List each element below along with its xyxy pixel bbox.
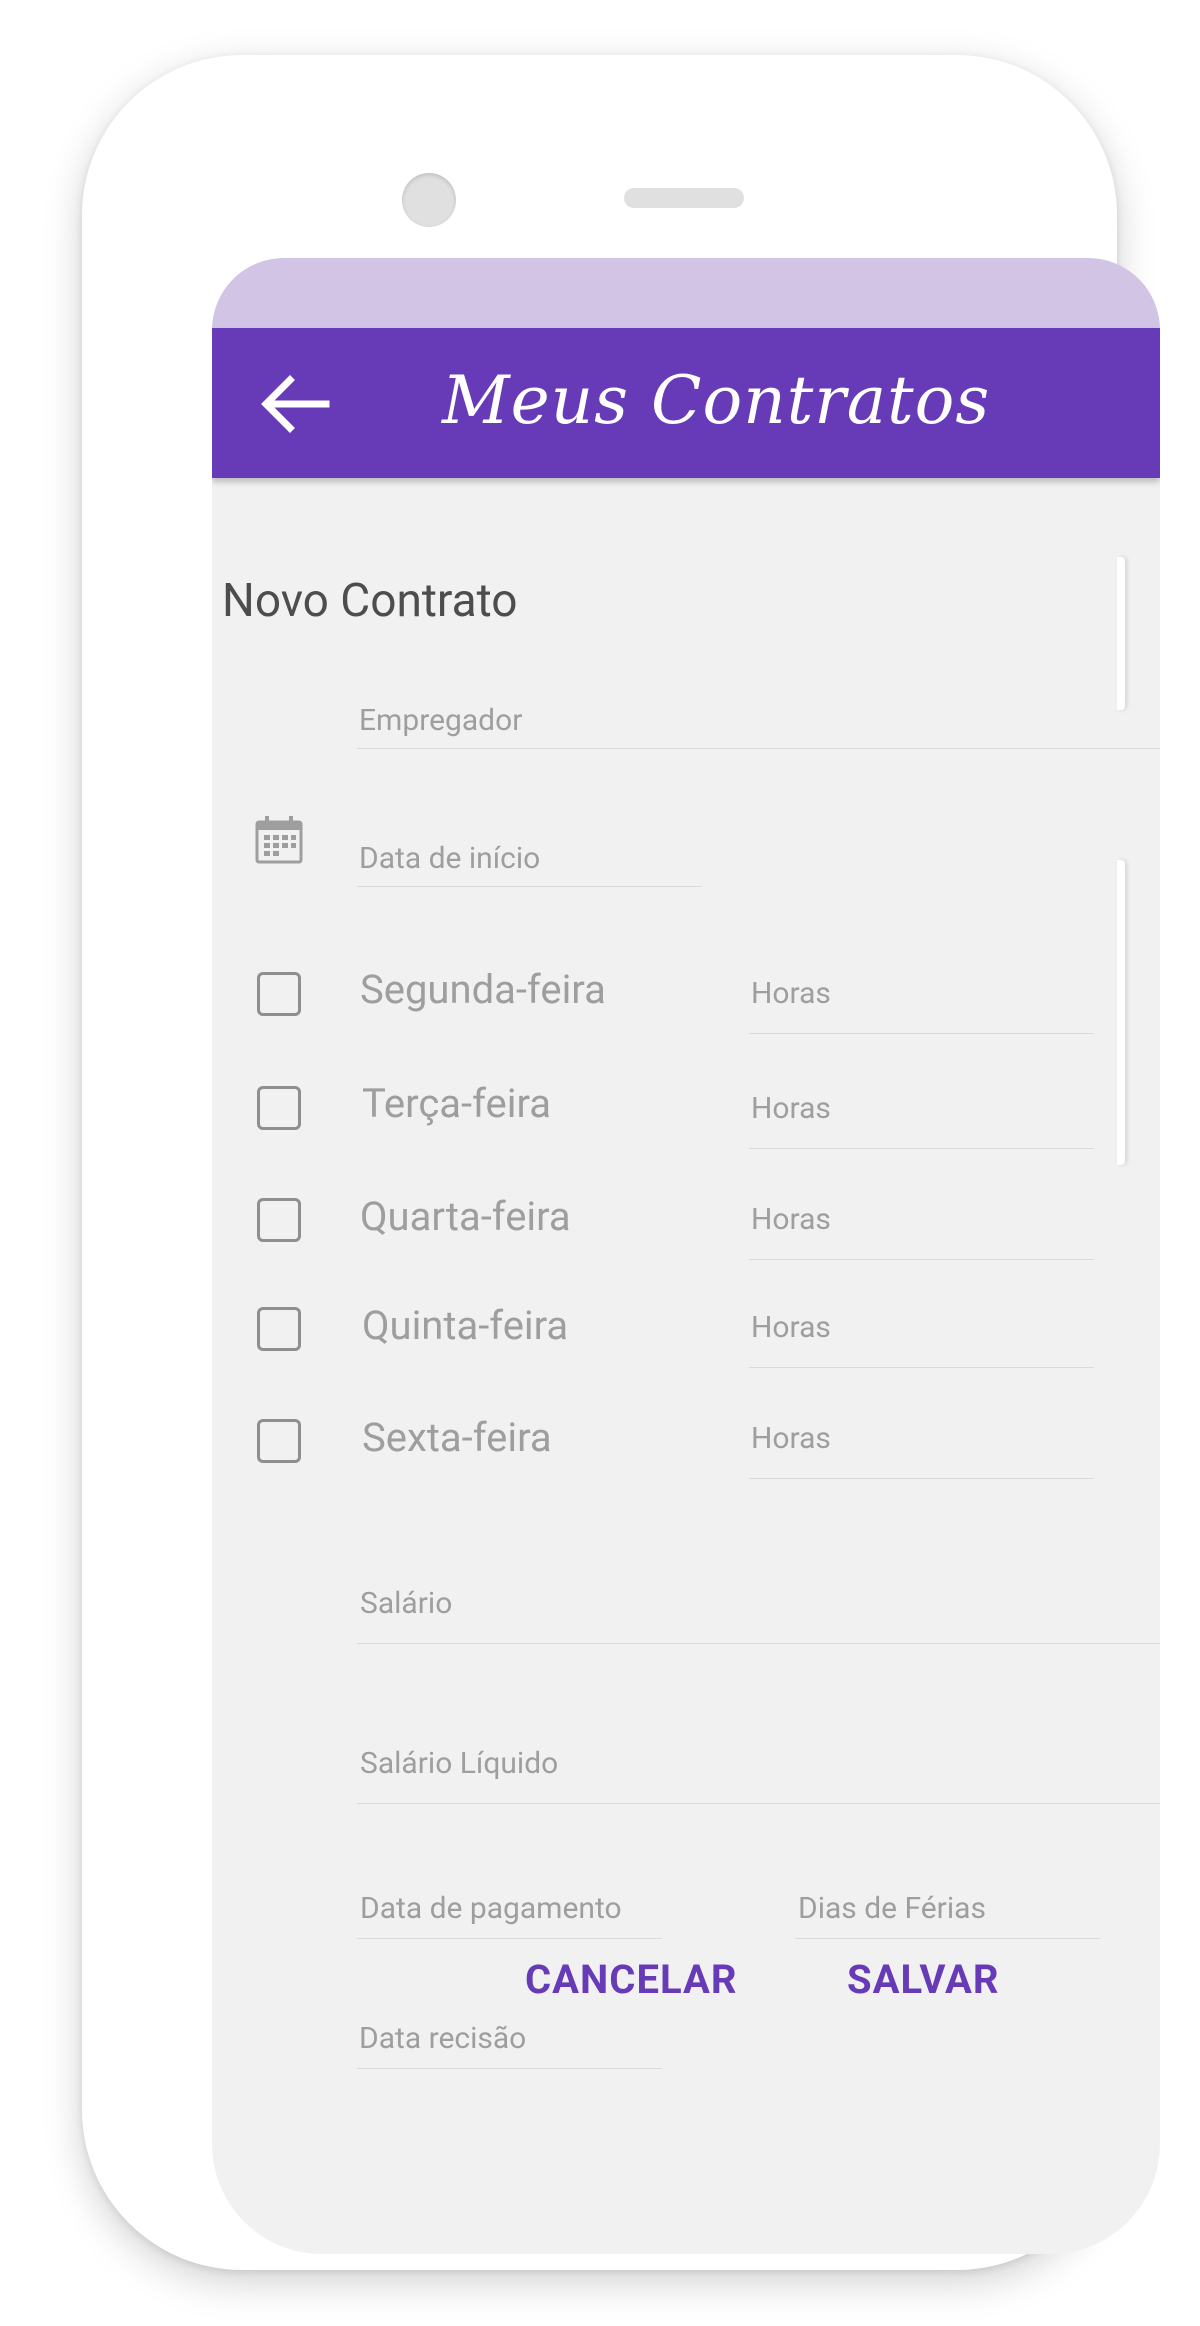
calendar-icon[interactable]: [254, 815, 304, 865]
back-button[interactable]: [260, 374, 330, 434]
status-bar: [212, 258, 1160, 328]
net-salary-placeholder: Salário Líquido: [360, 1746, 559, 1781]
termination-date-input[interactable]: Data recisão: [357, 1998, 662, 2069]
hours-placeholder: Horas: [751, 1310, 831, 1345]
app-screen: Meus Contratos Novo Contrato Empregador: [212, 258, 1160, 2254]
start-date-input[interactable]: Data de início: [357, 813, 702, 887]
hours-input-thursday[interactable]: Horas: [749, 1282, 1094, 1368]
payment-date-input[interactable]: Data de pagamento: [357, 1868, 662, 1939]
hours-placeholder: Horas: [751, 1202, 831, 1237]
vacation-days-placeholder: Dias de Férias: [798, 1891, 986, 1926]
termination-date-placeholder: Data recisão: [359, 2021, 527, 2056]
salary-placeholder: Salário: [360, 1586, 453, 1621]
cancel-button[interactable]: CANCELAR: [525, 1956, 737, 2003]
payment-date-placeholder: Data de pagamento: [360, 1891, 622, 1926]
app-bar: Meus Contratos: [212, 328, 1160, 478]
checkbox-monday[interactable]: [257, 972, 301, 1016]
day-label-friday: Sexta-feira: [362, 1414, 552, 1461]
hours-input-tuesday[interactable]: Horas: [749, 1063, 1094, 1149]
save-button[interactable]: SALVAR: [847, 1956, 999, 2003]
checkbox-wednesday[interactable]: [257, 1198, 301, 1242]
hours-input-wednesday[interactable]: Horas: [749, 1174, 1094, 1260]
net-salary-input[interactable]: Salário Líquido: [357, 1718, 1160, 1804]
front-camera: [402, 173, 456, 227]
vacation-days-input[interactable]: Dias de Férias: [795, 1868, 1100, 1939]
checkbox-tuesday[interactable]: [257, 1086, 301, 1130]
day-label-wednesday: Quarta-feira: [360, 1193, 571, 1240]
start-date-placeholder: Data de início: [359, 841, 541, 876]
form-title: Novo Contrato: [222, 574, 518, 628]
hours-placeholder: Horas: [751, 1091, 831, 1126]
hours-placeholder: Horas: [751, 976, 831, 1011]
earpiece-speaker: [624, 188, 744, 208]
employer-input[interactable]: Empregador: [357, 678, 1160, 749]
day-label-monday: Segunda-feira: [360, 966, 606, 1013]
hours-input-monday[interactable]: Horas: [749, 948, 1094, 1034]
app-title: Meus Contratos: [442, 362, 991, 439]
hours-input-friday[interactable]: Horas: [749, 1393, 1094, 1479]
hours-placeholder: Horas: [751, 1421, 831, 1456]
employer-placeholder: Empregador: [359, 703, 523, 738]
checkbox-thursday[interactable]: [257, 1307, 301, 1351]
arrow-back-icon: [261, 375, 330, 433]
day-label-thursday: Quinta-feira: [362, 1302, 569, 1349]
power-button: [1117, 557, 1125, 710]
checkbox-friday[interactable]: [257, 1419, 301, 1463]
salary-input[interactable]: Salário: [357, 1558, 1160, 1644]
day-label-tuesday: Terça-feira: [362, 1080, 551, 1127]
volume-button: [1117, 860, 1125, 1165]
phone-frame: Meus Contratos Novo Contrato Empregador: [82, 55, 1160, 2270]
